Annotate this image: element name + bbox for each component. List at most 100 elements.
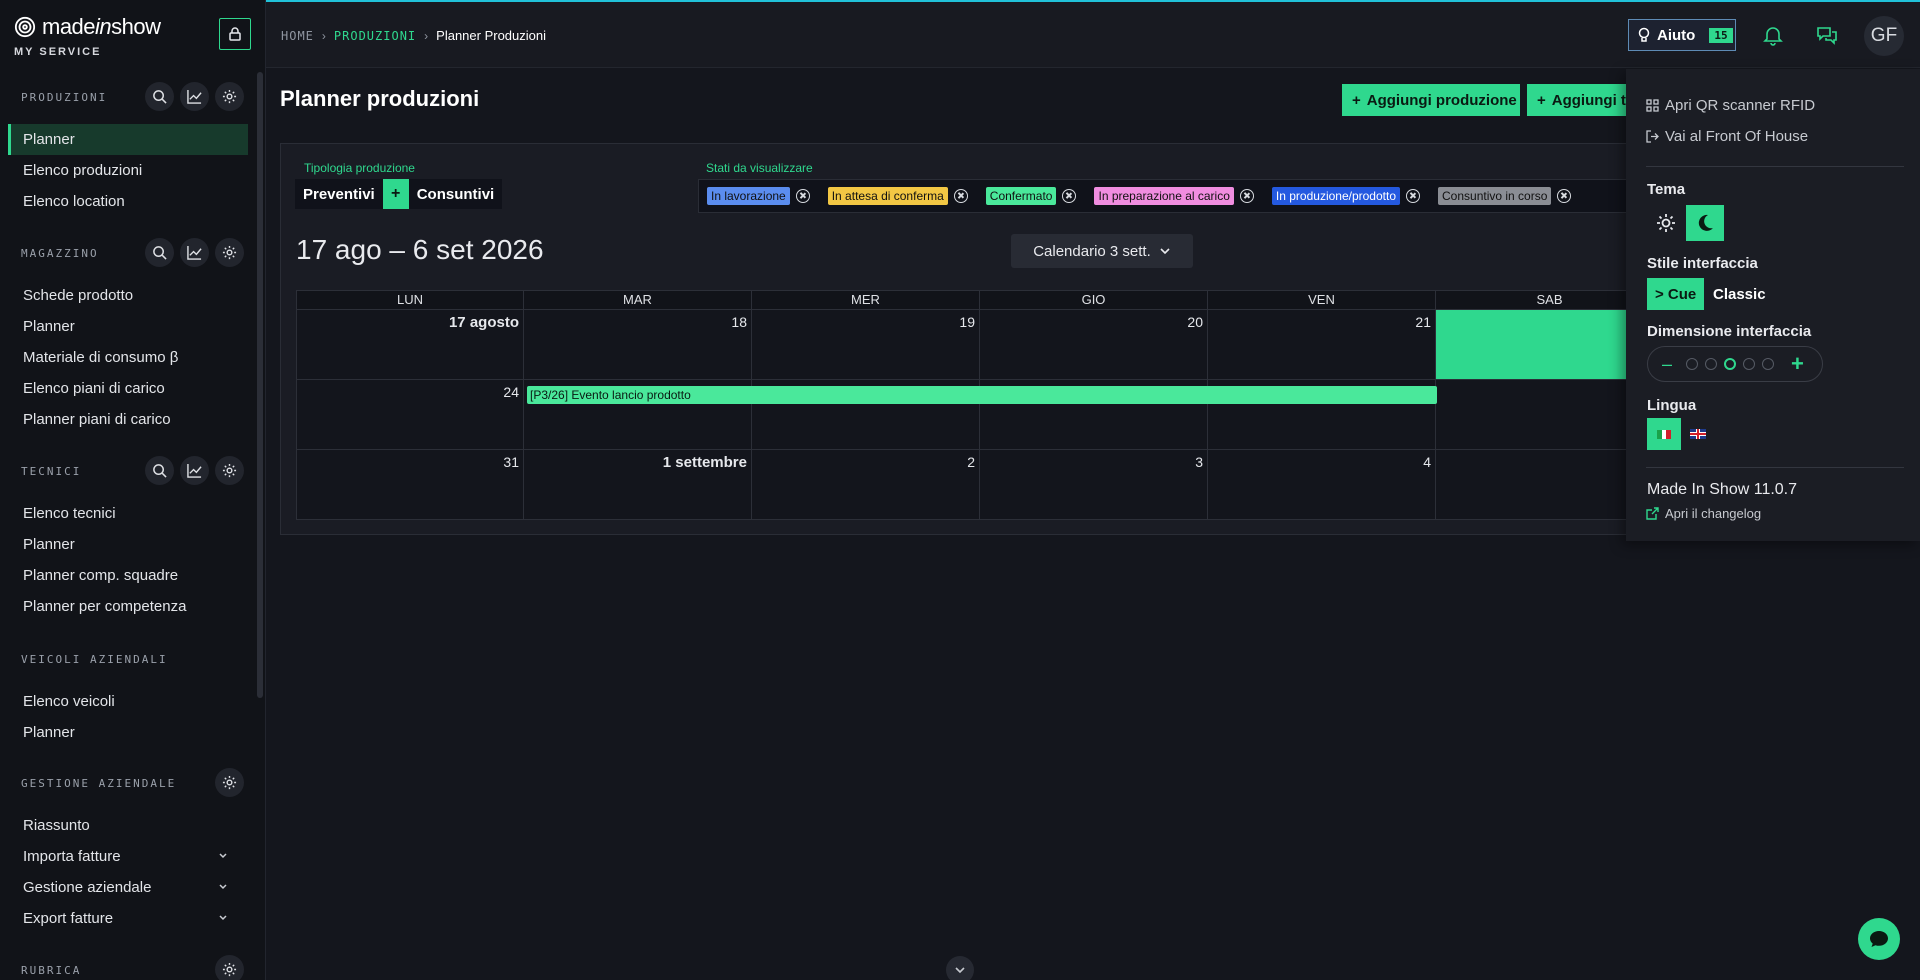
gear-icon	[222, 775, 237, 790]
calendar-day-cell[interactable]	[1436, 450, 1641, 520]
settings-button[interactable]	[215, 238, 244, 267]
chat-bubbles-icon[interactable]	[1816, 24, 1838, 46]
status-chip-label: Confermato	[985, 187, 1057, 205]
calendar-day-cell[interactable]: 19	[752, 310, 980, 380]
calendar-view-select[interactable]: Calendario 3 sett.	[1011, 234, 1193, 268]
day-number: 31	[503, 454, 519, 470]
sidebar-scrollbar[interactable]	[257, 72, 263, 698]
type-preventivi[interactable]: Preventivi	[295, 179, 383, 209]
calendar-day-cell[interactable]: 18	[524, 310, 752, 380]
sidebar-item-planner-piani-carico[interactable]: Planner piani di carico	[0, 404, 250, 435]
sidebar-item-planner-magazzino[interactable]: Planner	[0, 311, 250, 342]
size-step-selected[interactable]	[1724, 358, 1737, 370]
size-step[interactable]	[1743, 358, 1756, 370]
sidebar-item-elenco-produzioni[interactable]: Elenco produzioni	[0, 155, 250, 186]
moon-icon	[1698, 214, 1713, 231]
status-multiselect[interactable]: In lavorazione In attesa di conferma Con…	[698, 179, 1641, 213]
sidebar-item-planner-produzioni[interactable]: Planner	[8, 124, 248, 155]
sidebar-item-planner-competenza[interactable]: Planner per competenza	[0, 591, 250, 622]
lock-sidebar-button[interactable]	[219, 18, 251, 50]
front-of-house-link[interactable]: Vai al Front Of House	[1646, 128, 1808, 145]
theme-dark-button[interactable]	[1686, 205, 1724, 241]
size-step[interactable]	[1762, 358, 1775, 370]
day-number: 18	[731, 314, 747, 330]
remove-chip-icon[interactable]	[1406, 189, 1420, 203]
search-button[interactable]	[145, 238, 174, 267]
sidebar-item-export-fatture[interactable]: Export fatture	[0, 903, 250, 934]
calendar-day-cell[interactable]: 21	[1208, 310, 1436, 380]
stats-button[interactable]	[180, 456, 209, 485]
logo-spiral-icon	[14, 16, 36, 38]
user-avatar[interactable]: GF	[1864, 16, 1904, 56]
calendar-day-cell[interactable]: 4	[1208, 450, 1436, 520]
breadcrumb-separator-icon: ›	[321, 28, 326, 43]
settings-button[interactable]	[215, 82, 244, 111]
sidebar-item-elenco-location[interactable]: Elenco location	[0, 186, 250, 217]
breadcrumb-home[interactable]: HOME	[281, 29, 314, 43]
sidebar-item-planner-veicoli[interactable]: Planner	[0, 717, 250, 748]
stats-button[interactable]	[180, 82, 209, 111]
scroll-down-button[interactable]	[946, 956, 974, 980]
day-number: 2	[967, 454, 975, 470]
size-decrease-button[interactable]: –	[1662, 354, 1672, 375]
add-second-button[interactable]: + Aggiungi te	[1527, 84, 1626, 116]
remove-chip-icon[interactable]	[1239, 189, 1254, 203]
nav-label: Export fatture	[23, 910, 114, 927]
size-step[interactable]	[1686, 358, 1699, 370]
status-chip: In produzione/prodotto	[1271, 187, 1430, 205]
calendar-day-cell[interactable]: 31	[296, 450, 524, 520]
theme-system-button[interactable]	[1647, 205, 1685, 241]
calendar-day-cell[interactable]: 17 agosto	[296, 310, 524, 380]
type-plus-toggle[interactable]: +	[382, 179, 409, 209]
help-button[interactable]: Aiuto 15	[1628, 19, 1736, 51]
style-cue-button[interactable]: > Cue	[1647, 278, 1705, 310]
remove-chip-icon[interactable]	[1062, 189, 1077, 203]
sidebar-item-riassunto[interactable]: Riassunto	[0, 810, 250, 841]
type-consuntivi[interactable]: Consuntivi	[408, 179, 503, 209]
calendar-day-cell[interactable]: 24	[296, 380, 524, 450]
sidebar-item-schede-prodotto[interactable]: Schede prodotto	[0, 280, 250, 311]
remove-chip-icon[interactable]	[1557, 189, 1572, 203]
sidebar-item-elenco-piani-carico[interactable]: Elenco piani di carico	[0, 373, 250, 404]
changelog-link[interactable]: Apri il changelog	[1646, 506, 1761, 521]
settings-button[interactable]	[215, 456, 244, 485]
size-increase-button[interactable]: +	[1791, 351, 1804, 377]
size-step[interactable]	[1705, 358, 1718, 370]
sidebar-section-produzioni: PRODUZIONI Planner Elenco produzioni Ele…	[0, 80, 250, 217]
calendar-day-cell[interactable]: 2	[752, 450, 980, 520]
sidebar-item-gestione-aziendale[interactable]: Gestione aziendale	[0, 872, 250, 903]
breadcrumb-produzioni[interactable]: PRODUZIONI	[334, 29, 416, 43]
plus-icon: +	[1537, 91, 1546, 109]
sidebar-item-planner-squadre[interactable]: Planner comp. squadre	[0, 560, 250, 591]
sidebar-item-elenco-veicoli[interactable]: Elenco veicoli	[0, 686, 250, 717]
date-range-title: 17 ago – 6 set 2026	[296, 234, 544, 265]
remove-chip-icon[interactable]	[953, 189, 968, 203]
language-english-button[interactable]	[1681, 418, 1715, 450]
search-button[interactable]	[145, 82, 174, 111]
qr-code-icon	[1646, 99, 1659, 112]
calendar-day-cell[interactable]: 3	[980, 450, 1208, 520]
calendar-header: LUN MAR MER GIO VEN SAB	[296, 290, 1641, 310]
settings-button[interactable]	[215, 768, 244, 797]
search-button[interactable]	[145, 456, 174, 485]
remove-chip-icon[interactable]	[795, 189, 810, 203]
settings-button[interactable]	[215, 955, 244, 980]
style-classic-button[interactable]: Classic	[1705, 278, 1774, 310]
support-chat-button[interactable]	[1858, 918, 1900, 960]
brand[interactable]: madeinshow MY SERVICE	[14, 14, 161, 58]
calendar-event[interactable]: [P3/26] Evento lancio prodotto	[527, 386, 1437, 404]
sidebar-item-materiale-consumo[interactable]: Materiale di consumo β	[0, 342, 250, 373]
stats-button[interactable]	[180, 238, 209, 267]
sidebar-item-importa-fatture[interactable]: Importa fatture	[0, 841, 250, 872]
sidebar-item-elenco-tecnici[interactable]: Elenco tecnici	[0, 498, 250, 529]
qr-scanner-link[interactable]: Apri QR scanner RFID	[1646, 97, 1815, 114]
calendar-day-cell[interactable]: 1 settembre	[524, 450, 752, 520]
sidebar-item-planner-tecnici[interactable]: Planner	[0, 529, 250, 560]
add-production-button[interactable]: + Aggiungi produzione	[1342, 84, 1520, 116]
calendar-day-cell[interactable]: 20	[980, 310, 1208, 380]
chevron-down-icon	[1160, 248, 1170, 255]
calendar-day-cell-today[interactable]	[1436, 310, 1641, 380]
calendar-day-cell[interactable]	[1436, 380, 1641, 450]
language-italian-button[interactable]	[1647, 418, 1681, 450]
bell-icon[interactable]	[1762, 24, 1784, 46]
